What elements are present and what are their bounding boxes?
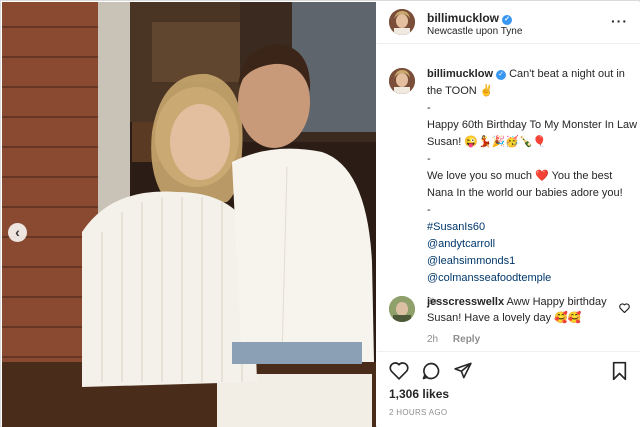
post-header: billimucklow ✓ Newcastle upon Tyne ··· bbox=[377, 2, 640, 44]
heart-emoji: ❤️ bbox=[535, 170, 549, 182]
avatar-image bbox=[389, 9, 415, 35]
caption-dash: - bbox=[427, 204, 431, 216]
post-actions: 1,306 likes 2 HOURS AGO bbox=[377, 351, 640, 427]
bookmark-icon[interactable] bbox=[611, 361, 628, 386]
caption-dash: - bbox=[427, 153, 431, 165]
chevron-left-icon[interactable]: ‹ bbox=[8, 223, 27, 242]
mention-link[interactable]: @andytcarroll bbox=[427, 236, 639, 253]
heart-icon[interactable] bbox=[389, 361, 409, 385]
comment-text: jesscresswellx Aww Happy birthday Susan!… bbox=[427, 294, 617, 326]
author-username[interactable]: billimucklow ✓ bbox=[427, 11, 513, 25]
hashtag-link[interactable]: #SusanIs60 bbox=[427, 219, 639, 236]
likes-count[interactable]: 1,306 likes bbox=[389, 387, 449, 401]
post-timestamp[interactable]: 2 HOURS AGO bbox=[389, 408, 447, 417]
post-side-panel: billimucklow ✓ Newcastle upon Tyne ··· bi… bbox=[377, 2, 640, 427]
comment-time[interactable]: 2h bbox=[427, 334, 438, 345]
caption-username[interactable]: billimucklow bbox=[427, 68, 493, 80]
caption-avatar[interactable] bbox=[389, 68, 415, 94]
instagram-post: ‹ billimucklow✓ Newcastle upon Tyne ··· bbox=[0, 0, 640, 427]
verified-icon: ✓ bbox=[502, 15, 513, 25]
caption-dash: - bbox=[427, 102, 431, 114]
caption-line2: Happy 60th Birthday To My Monster In Law… bbox=[427, 119, 638, 148]
author-username-text[interactable]: billimucklow bbox=[427, 11, 499, 25]
photo-image bbox=[2, 2, 376, 427]
commenter-username[interactable]: jesscresswellx bbox=[427, 296, 504, 308]
reply-button[interactable]: Reply bbox=[453, 334, 480, 345]
avatar-image bbox=[389, 296, 415, 322]
more-horizontal-icon[interactable]: ··· bbox=[611, 13, 628, 29]
avatar-image bbox=[389, 68, 415, 94]
mention-link[interactable]: @leahsimmonds1 bbox=[427, 253, 639, 270]
caption-text: billimucklow ✓ Can't beat a night out in … bbox=[427, 66, 639, 310]
avatar[interactable] bbox=[389, 9, 415, 35]
caption-line3a: We love you so much bbox=[427, 170, 532, 182]
comment-meta: 2h Reply bbox=[427, 334, 480, 345]
mention-link[interactable]: @colmansseafoodtemple bbox=[427, 270, 639, 287]
verified-icon: ✓ bbox=[496, 70, 507, 80]
comment-heart-icon[interactable] bbox=[619, 300, 630, 318]
post-location[interactable]: Newcastle upon Tyne bbox=[427, 26, 522, 37]
share-icon[interactable] bbox=[453, 361, 473, 385]
commenter-avatar[interactable] bbox=[389, 296, 415, 322]
comment-icon[interactable] bbox=[421, 361, 441, 386]
post-photo[interactable]: ‹ bbox=[2, 2, 376, 427]
